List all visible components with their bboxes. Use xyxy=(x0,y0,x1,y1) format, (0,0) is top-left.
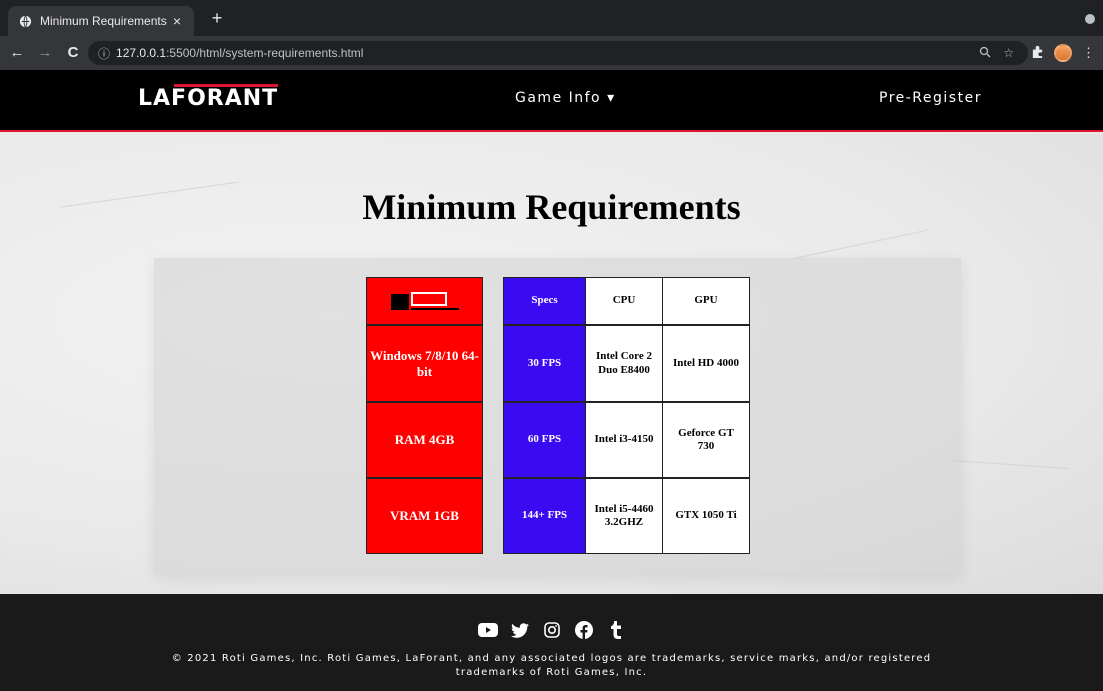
url-path: :5500/html/system-requirements.html xyxy=(166,46,364,60)
spec-cell: 60 FPS xyxy=(503,402,586,478)
browser-toolbar: ← → C ⓘ 127.0.0.1 :5500/html/system-requ… xyxy=(0,36,1103,70)
spec-cell: 30 FPS xyxy=(503,325,586,402)
reload-button[interactable]: C xyxy=(62,42,84,64)
spec-cell: 144+ FPS xyxy=(503,478,586,554)
youtube-icon[interactable] xyxy=(477,620,498,640)
url-host: 127.0.0.1 xyxy=(116,46,167,60)
gpu-header: GPU xyxy=(662,277,750,325)
gpu-cell: Geforce GT 730 xyxy=(662,402,750,478)
cpu-header: CPU xyxy=(585,277,663,325)
extensions-icon[interactable] xyxy=(1031,45,1044,61)
instagram-icon[interactable] xyxy=(542,620,562,640)
profile-avatar[interactable] xyxy=(1054,44,1072,62)
pc-icon-cell xyxy=(366,277,483,325)
gpu-cell: Intel HD 4000 xyxy=(662,325,750,402)
tab-title: Minimum Requirements xyxy=(40,14,167,28)
social-links xyxy=(0,620,1103,640)
site-navbar: LAFORANT Game Info ▾ Pre-Register xyxy=(0,70,1103,132)
toolbar-right: ⋮ xyxy=(1031,44,1095,62)
laforant-logo[interactable]: LAFORANT xyxy=(138,82,278,112)
marble-texture xyxy=(950,459,1070,470)
specs-header: Specs xyxy=(503,277,586,325)
new-tab-button[interactable]: + xyxy=(206,8,228,30)
back-button[interactable]: ← xyxy=(6,42,28,64)
requirements-section: Minimum Requirements Windows 7/8/10 64-b… xyxy=(0,134,1103,594)
window-menu-icon[interactable] xyxy=(1085,14,1095,24)
gpu-cell: GTX 1050 Ti xyxy=(662,478,750,554)
bookmark-star-icon[interactable]: ☆ xyxy=(1003,46,1014,60)
cpu-cell: Intel i5-4460 3.2GHZ xyxy=(585,478,663,554)
logo-text: LAFORANT xyxy=(138,86,279,111)
nav-pre-register[interactable]: Pre-Register xyxy=(879,90,982,106)
globe-icon xyxy=(18,14,32,28)
facebook-icon[interactable] xyxy=(574,620,594,640)
page-viewport: LAFORANT Game Info ▾ Pre-Register Minimu… xyxy=(0,70,1103,691)
zoom-icon[interactable] xyxy=(979,46,991,61)
ram-requirement: RAM 4GB xyxy=(366,402,483,478)
menu-kebab-icon[interactable]: ⋮ xyxy=(1082,45,1095,61)
copyright-text: © 2021 Roti Games, Inc. Roti Games, LaFo… xyxy=(171,653,932,678)
marble-texture xyxy=(791,229,929,260)
tumblr-icon[interactable] xyxy=(606,620,626,640)
requirements-panel: Windows 7/8/10 64-bit RAM 4GB VRAM 1GB S… xyxy=(154,258,961,574)
page-title: Minimum Requirements xyxy=(362,187,741,227)
info-icon[interactable]: ⓘ xyxy=(98,45,110,62)
browser-tab[interactable]: Minimum Requirements × xyxy=(8,6,194,36)
browser-tabbar: Minimum Requirements × + xyxy=(0,0,1103,36)
site-footer: © 2021 Roti Games, Inc. Roti Games, LaFo… xyxy=(0,594,1103,691)
cpu-cell: Intel i3-4150 xyxy=(585,402,663,478)
forward-button[interactable]: → xyxy=(34,42,56,64)
twitter-icon[interactable] xyxy=(510,620,530,640)
address-bar[interactable]: ⓘ 127.0.0.1 :5500/html/system-requiremen… xyxy=(88,41,1028,65)
cpu-cell: Intel Core 2 Duo E8400 xyxy=(585,325,663,402)
computer-icon xyxy=(390,290,459,312)
os-requirement: Windows 7/8/10 64-bit xyxy=(366,325,483,402)
nav-game-info[interactable]: Game Info ▾ xyxy=(515,90,616,106)
tab-close-icon[interactable]: × xyxy=(170,13,184,29)
vram-requirement: VRAM 1GB xyxy=(366,478,483,554)
